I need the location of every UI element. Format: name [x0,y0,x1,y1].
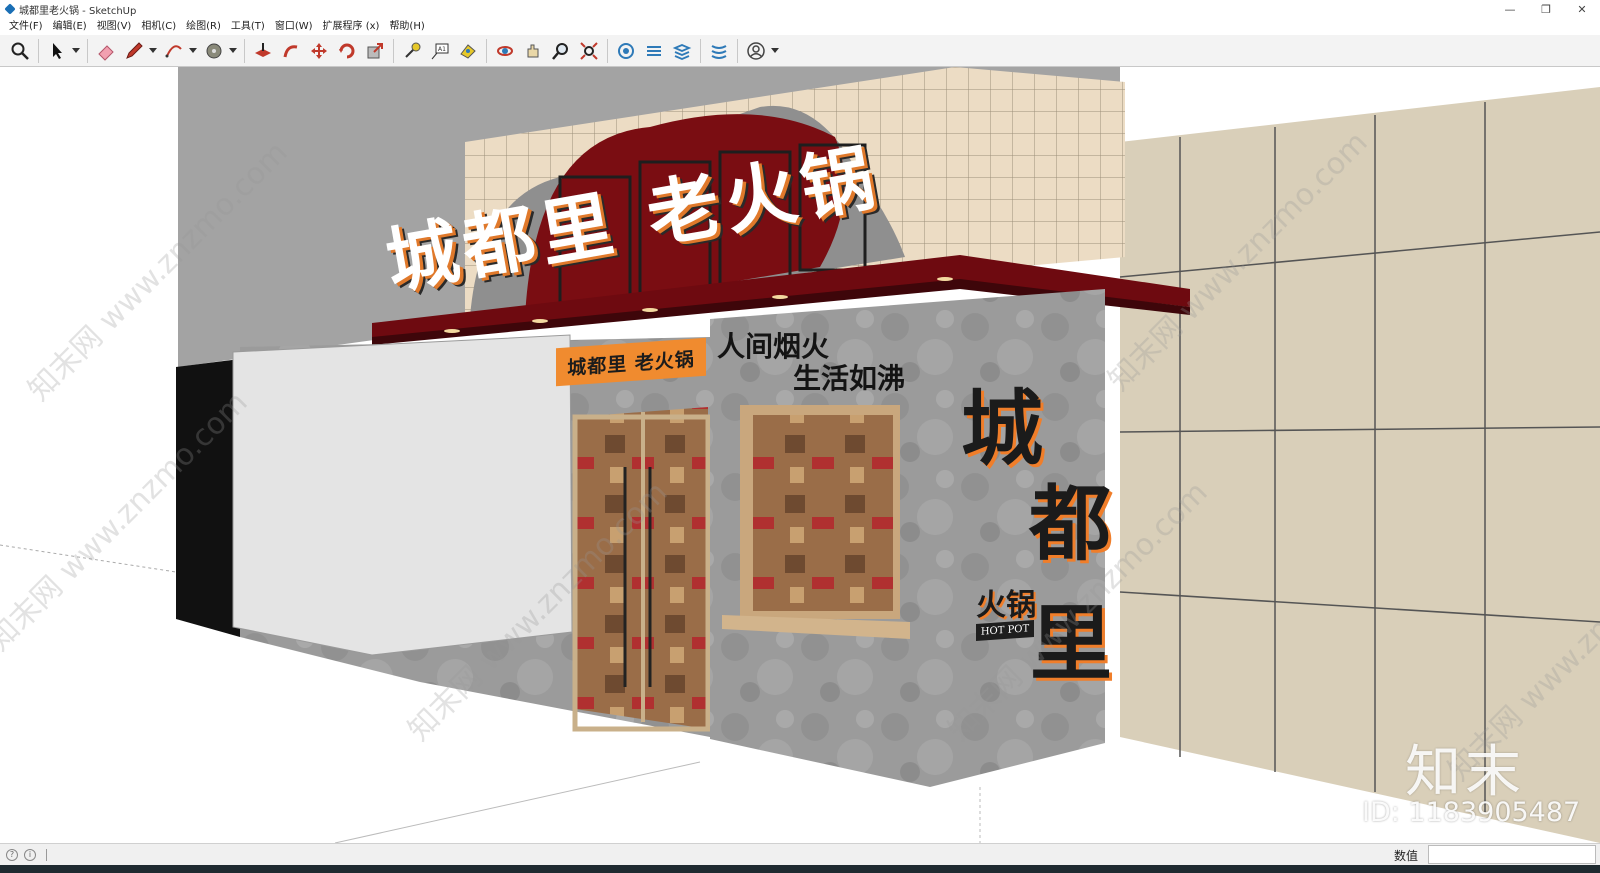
text-icon[interactable]: A1 [426,37,454,65]
rotate-icon[interactable] [333,37,361,65]
main-toolbar: A1 [0,35,1600,67]
pan-icon[interactable] [519,37,547,65]
select-icon[interactable] [43,37,71,65]
zoom-icon[interactable] [547,37,575,65]
menu-window[interactable]: 窗口(W) [270,18,318,35]
window-interior [753,415,893,611]
title-bar: 城都里老火锅 - SketchUp — ❐ ✕ [0,0,1600,18]
window-title: 城都里老火锅 - SketchUp [19,5,137,17]
orbit-icon[interactable] [491,37,519,65]
sketchup-window: 城都里老火锅 - SketchUp — ❐ ✕ 文件(F) 编辑(E) 视图(V… [0,0,1600,873]
status-bar: ? i 数值 [0,843,1600,865]
paint-bucket-icon[interactable] [200,37,228,65]
close-button[interactable]: ✕ [1564,0,1600,18]
toolbar-divider [737,38,738,63]
menu-view[interactable]: 视图(V) [92,18,137,35]
model-id-label: ID: 1183905487 [1362,797,1581,828]
toolbar-divider [38,38,39,63]
sandbox-icon[interactable] [705,37,733,65]
right-tile-wall [1120,87,1600,843]
layout-icon[interactable] [668,37,696,65]
menu-draw[interactable]: 绘图(R) [181,18,226,35]
minimize-button[interactable]: — [1492,0,1528,18]
chevron-down-icon[interactable] [71,37,81,65]
model-viewport[interactable]: 城都里 老火锅 城都里 老火锅 人间烟火 生活如沸 城 都 里 火锅 HOT P… [0,67,1600,843]
side-hotpot-chinese: 火锅 [976,588,1036,623]
scale-icon[interactable] [361,37,389,65]
chevron-down-icon[interactable] [188,37,198,65]
measurements-label: 数值 [1394,849,1419,863]
menu-file[interactable]: 文件(F) [4,18,48,35]
warehouse-icon[interactable] [612,37,640,65]
slogan-line-2: 生活如沸 [793,362,906,395]
status-divider [46,848,47,861]
measurements-input[interactable] [1428,845,1596,864]
zoom-window-icon[interactable] [6,37,34,65]
restore-button[interactable]: ❐ [1528,0,1564,18]
svg-text:A1: A1 [438,46,446,53]
toolbar-divider [87,38,88,63]
window-controls: — ❐ ✕ [1492,0,1600,18]
menu-help[interactable]: 帮助(H) [384,18,429,35]
ground-line [334,761,701,843]
follow-me-icon[interactable] [277,37,305,65]
brand-logo: 知末 [1405,740,1525,805]
arc-icon[interactable] [160,37,188,65]
push-pull-icon[interactable] [249,37,277,65]
geolocation-icon[interactable]: ? [6,848,18,861]
menu-bar: 文件(F) 编辑(E) 视图(V) 相机(C) 绘图(R) 工具(T) 窗口(W… [0,18,1600,35]
menu-tools[interactable]: 工具(T) [226,18,270,35]
chevron-down-icon[interactable] [228,37,238,65]
toolbar-divider [700,38,701,63]
toolbar-divider [607,38,608,63]
toolbar-divider [244,38,245,63]
info-icon[interactable]: i [24,848,36,861]
zoom-extents-icon[interactable] [575,37,603,65]
sketchup-logo-icon [4,3,16,15]
os-taskbar [0,865,1600,873]
menu-edit[interactable]: 编辑(E) [48,18,92,35]
eraser-icon[interactable] [92,37,120,65]
chevron-down-icon[interactable] [770,37,780,65]
paint-icon[interactable] [454,37,482,65]
tape-measure-icon[interactable] [398,37,426,65]
move-icon[interactable] [305,37,333,65]
chevron-down-icon[interactable] [148,37,158,65]
account-icon[interactable] [742,37,770,65]
menu-camera[interactable]: 相机(C) [136,18,181,35]
extension-warehouse-icon[interactable] [640,37,668,65]
menu-extensions[interactable]: 扩展程序 (x) [318,18,385,35]
toolbar-divider [393,38,394,63]
pencil-icon[interactable] [120,37,148,65]
toolbar-divider [486,38,487,63]
